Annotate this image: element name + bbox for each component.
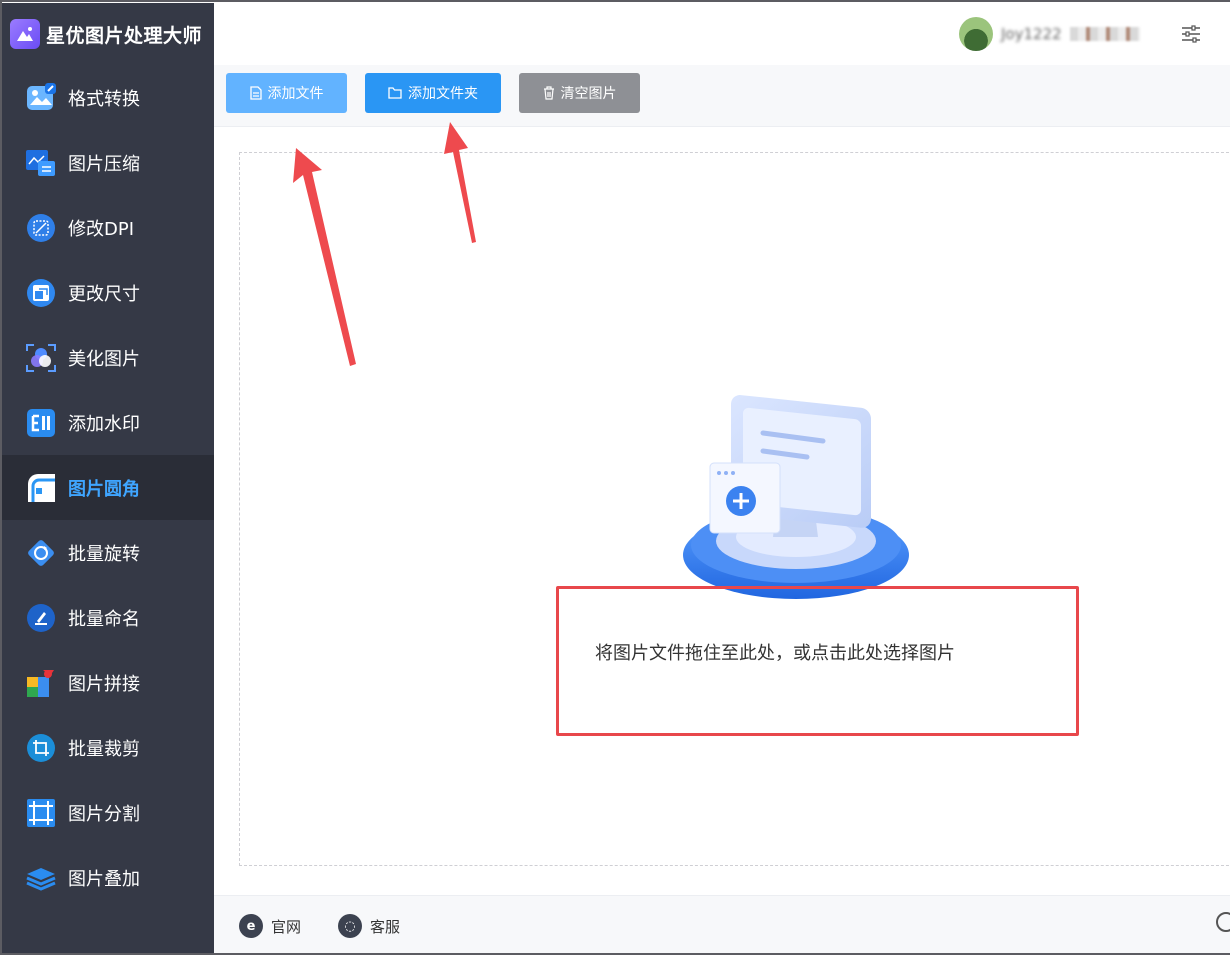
sidebar-item-compress[interactable]: 图片压缩: [2, 130, 214, 195]
beautify-icon: [25, 342, 57, 374]
trash-icon: [543, 86, 554, 100]
sidebar-item-stitch[interactable]: 图片拼接: [2, 650, 214, 715]
sidebar-item-label: 图片圆角: [68, 478, 140, 500]
settings-sliders-icon[interactable]: [1180, 25, 1202, 47]
username: Joy1222: [1001, 25, 1062, 43]
sidebar-item-label: 图片分割: [68, 803, 140, 825]
sidebar-item-format-convert[interactable]: 格式转换: [2, 65, 214, 130]
resize-icon: [25, 277, 57, 309]
add-file-button[interactable]: 添加文件: [226, 73, 347, 113]
dpi-icon: [25, 212, 57, 244]
sidebar-item-label: 格式转换: [68, 88, 140, 110]
sidebar-item-split[interactable]: 图片分割: [2, 780, 214, 845]
sidebar-item-label: 美化图片: [68, 348, 140, 370]
sidebar-item-label: 图片拼接: [68, 673, 140, 695]
sidebar-item-label: 图片叠加: [68, 868, 140, 890]
split-icon: [25, 797, 57, 829]
website-label: 官网: [271, 917, 302, 936]
toolbar: 添加文件 添加文件夹 清空图片: [214, 65, 1230, 127]
app-brand: 星优图片处理大师: [2, 3, 214, 65]
watermark-icon: [25, 407, 57, 439]
folder-icon: [388, 87, 402, 99]
user-info[interactable]: Joy1222: [959, 17, 1140, 51]
app-logo-icon: [10, 19, 40, 49]
sidebar-item-resize[interactable]: 更改尺寸: [2, 260, 214, 325]
ie-icon: e: [239, 914, 263, 938]
sidebar-item-label: 修改DPI: [68, 218, 135, 240]
upload-computer-illustration: [683, 395, 909, 599]
sidebar-item-label: 图片压缩: [68, 153, 140, 175]
crop-icon: [25, 732, 57, 764]
file-icon: [249, 86, 262, 100]
sidebar-item-label: 添加水印: [68, 413, 140, 435]
top-header: Joy1222: [214, 3, 1230, 65]
app-title: 星优图片处理大师: [46, 24, 203, 47]
redacted-info: [1069, 27, 1140, 41]
sidebar-item-watermark[interactable]: 添加水印: [2, 390, 214, 455]
footer: e 官网 ◌ 客服: [214, 895, 1230, 954]
compress-icon: [25, 147, 57, 179]
sidebar-item-label: 批量裁剪: [68, 738, 140, 760]
sidebar: 星优图片处理大师 格式转换 图片压缩 修改DPI 更改尺寸 美化图片 添加水印 …: [2, 3, 214, 953]
sidebar-item-crop[interactable]: 批量裁剪: [2, 715, 214, 780]
sidebar-item-rotate[interactable]: 批量旋转: [2, 520, 214, 585]
rounded-corner-icon: [25, 472, 57, 504]
avatar: [959, 17, 993, 51]
chat-icon: ◌: [338, 914, 362, 938]
sidebar-item-dpi[interactable]: 修改DPI: [2, 195, 214, 260]
clear-images-label: 清空图片: [560, 86, 617, 102]
add-folder-button[interactable]: 添加文件夹: [365, 73, 501, 113]
sidebar-item-beautify[interactable]: 美化图片: [2, 325, 214, 390]
sidebar-item-label: 批量命名: [68, 608, 140, 630]
image-convert-icon: [25, 82, 57, 114]
drop-hint-text[interactable]: 将图片文件拖住至此处，或点击此处选择图片: [595, 639, 955, 665]
rename-icon: [25, 602, 57, 634]
sidebar-item-rounded-corner[interactable]: 图片圆角: [2, 455, 214, 520]
add-file-label: 添加文件: [267, 86, 324, 102]
rotate-icon: [25, 537, 57, 569]
sidebar-item-rename[interactable]: 批量命名: [2, 585, 214, 650]
partial-circle-icon[interactable]: [1216, 912, 1230, 932]
add-folder-label: 添加文件夹: [408, 86, 478, 102]
support-link[interactable]: ◌ 客服: [338, 914, 400, 938]
layers-icon: [25, 862, 57, 894]
sidebar-item-label: 更改尺寸: [68, 283, 140, 305]
sidebar-item-label: 批量旋转: [68, 543, 140, 565]
support-label: 客服: [370, 917, 401, 936]
sidebar-item-overlay[interactable]: 图片叠加: [2, 845, 214, 910]
website-link[interactable]: e 官网: [239, 914, 301, 938]
puzzle-icon: [25, 667, 57, 699]
clear-images-button[interactable]: 清空图片: [519, 73, 640, 113]
